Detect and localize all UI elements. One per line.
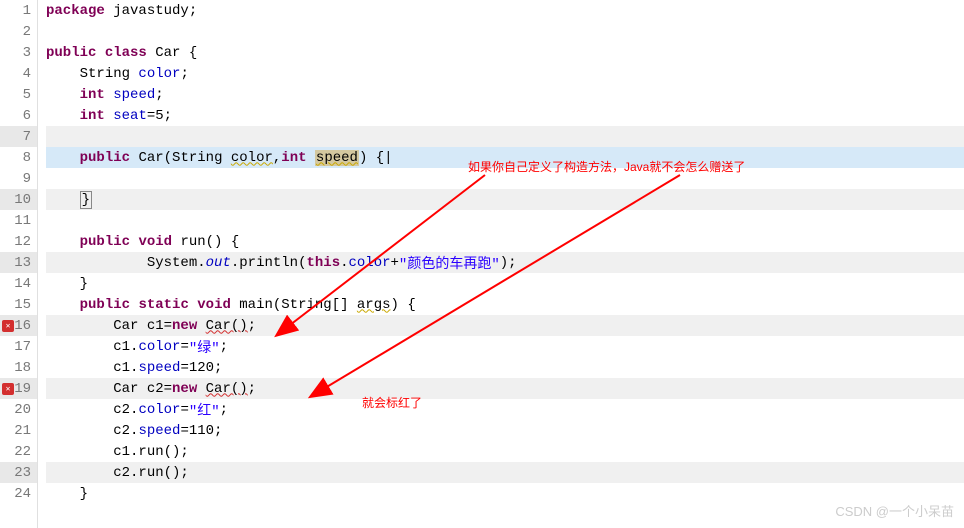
code-line[interactable]: int speed;	[46, 84, 964, 105]
line-number: 20	[0, 399, 37, 420]
line-number: 1	[0, 0, 37, 21]
line-number: 15	[0, 294, 37, 315]
code-line[interactable]: c1.run();	[46, 441, 964, 462]
code-line[interactable]	[46, 126, 964, 147]
annotation-text: 就会标红了	[362, 394, 422, 411]
code-line[interactable]: package javastudy;	[46, 0, 964, 21]
code-line[interactable]: c1.color="绿";	[46, 336, 964, 357]
line-number: 11	[0, 210, 37, 231]
code-line[interactable]: public void run() {	[46, 231, 964, 252]
error-icon	[2, 383, 14, 395]
line-number: 5	[0, 84, 37, 105]
line-number: 3	[0, 42, 37, 63]
line-number: 7	[0, 126, 37, 147]
line-number: 9	[0, 168, 37, 189]
code-area[interactable]: package javastudy; public class Car { St…	[38, 0, 964, 528]
code-line[interactable]: c2.color="红";	[46, 399, 964, 420]
line-number: 23	[0, 462, 37, 483]
line-number: 19	[0, 378, 37, 399]
line-number: 4	[0, 63, 37, 84]
line-number: 24	[0, 483, 37, 504]
code-line[interactable]	[46, 21, 964, 42]
code-line[interactable]: System.out.println(this.color+"颜色的车再跑");	[46, 252, 964, 273]
line-number: 21	[0, 420, 37, 441]
line-number: 17	[0, 336, 37, 357]
line-number: 6	[0, 105, 37, 126]
line-number: 2	[0, 21, 37, 42]
line-number: 13	[0, 252, 37, 273]
code-line[interactable]: public static void main(String[] args) {	[46, 294, 964, 315]
code-editor[interactable]: 1 2 3 4 5 6 7 8 9 10 11 12 13 14 15 16 1…	[0, 0, 964, 528]
line-number: 22	[0, 441, 37, 462]
code-line[interactable]: String color;	[46, 63, 964, 84]
code-line[interactable]: public class Car {	[46, 42, 964, 63]
line-number: 18	[0, 357, 37, 378]
code-line[interactable]	[46, 210, 964, 231]
text-cursor: |	[384, 150, 392, 166]
code-line[interactable]: }	[46, 483, 964, 504]
line-number: 8	[0, 147, 37, 168]
code-line[interactable]: Car c2=new Car();	[46, 378, 964, 399]
annotation-text: 如果你自己定义了构造方法，Java就不会怎么赠送了	[468, 158, 745, 175]
line-number: 14	[0, 273, 37, 294]
line-number: 12	[0, 231, 37, 252]
code-line[interactable]: c2.run();	[46, 462, 964, 483]
code-line[interactable]: }	[46, 189, 964, 210]
code-line[interactable]: c1.speed=120;	[46, 357, 964, 378]
watermark: CSDN @一个小呆苗	[835, 501, 954, 520]
code-line[interactable]: Car c1=new Car();	[46, 315, 964, 336]
error-icon	[2, 320, 14, 332]
line-number: 16	[0, 315, 37, 336]
line-number: 10	[0, 189, 37, 210]
code-line[interactable]: c2.speed=110;	[46, 420, 964, 441]
code-line[interactable]: }	[46, 273, 964, 294]
code-line[interactable]: int seat=5;	[46, 105, 964, 126]
line-number-gutter: 1 2 3 4 5 6 7 8 9 10 11 12 13 14 15 16 1…	[0, 0, 38, 528]
